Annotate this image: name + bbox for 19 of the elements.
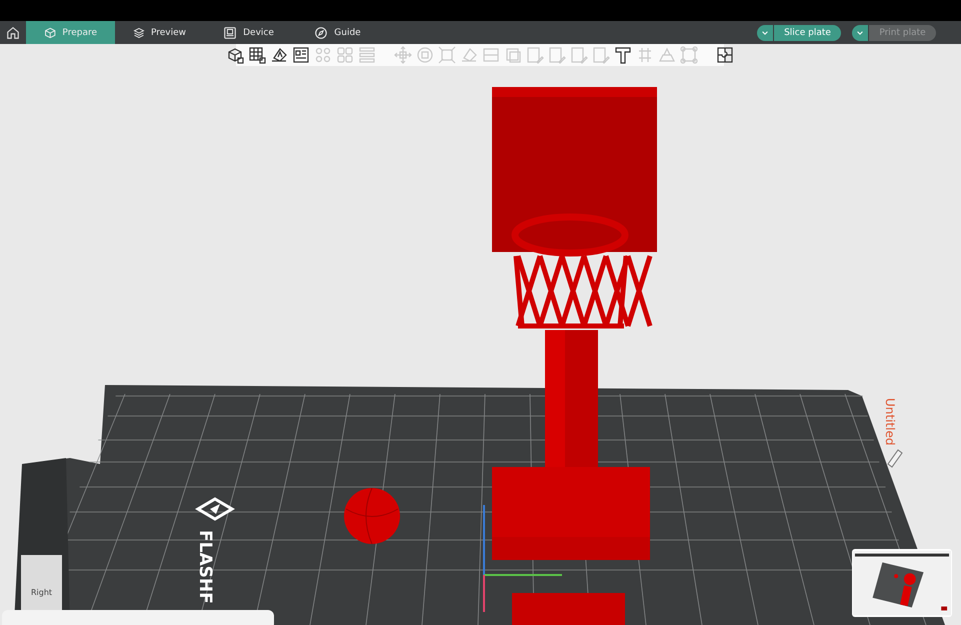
view-cube-label: Right <box>30 588 52 597</box>
cube-icon <box>44 26 56 40</box>
dropdown-button[interactable] <box>852 24 868 40</box>
chevron-down-icon <box>856 28 864 36</box>
tab[interactable]: Preview <box>115 21 204 44</box>
dropdown-button[interactable] <box>757 24 773 40</box>
logo-icon <box>195 497 235 521</box>
compass-icon <box>314 26 328 40</box>
home-icon <box>6 26 20 40</box>
chevron-down-icon <box>761 28 769 36</box>
device-icon <box>223 26 238 40</box>
layers-icon <box>133 26 145 40</box>
edit-icon[interactable] <box>887 449 903 468</box>
ball-model <box>344 488 400 544</box>
bed-logo-text: FLASHF <box>195 530 215 604</box>
view-cube[interactable]: Right <box>21 555 62 611</box>
tab[interactable]: Guide <box>293 21 382 44</box>
plate-name: Untitled <box>883 398 897 446</box>
tab[interactable]: Device <box>204 21 293 44</box>
